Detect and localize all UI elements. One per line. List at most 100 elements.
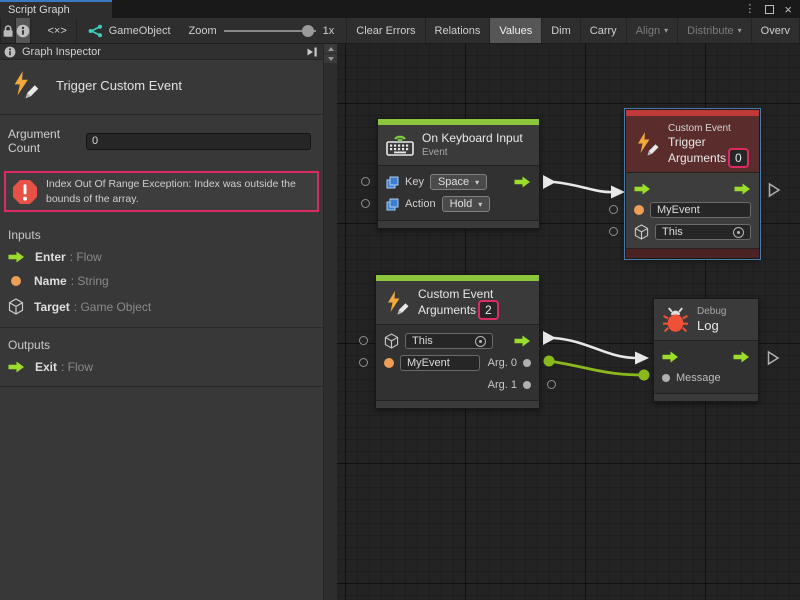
- graph-canvas[interactable]: On Keyboard Input Event Key Space ▾: [337, 44, 800, 600]
- values-label: Values: [499, 25, 532, 37]
- cube-icon: [8, 298, 24, 315]
- unconnected-flow-triangle: [767, 350, 780, 371]
- input-port-row: Enter : Flow: [0, 244, 323, 268]
- node-header[interactable]: Custom Event Trigger Arguments 0: [626, 116, 759, 172]
- carry-button[interactable]: Carry: [581, 18, 627, 43]
- align-button[interactable]: Align▾: [627, 18, 678, 43]
- tab-bar: Script Graph ⋮ ×: [0, 0, 800, 18]
- zoom-slider[interactable]: [224, 30, 316, 32]
- chevron-down-icon: ▾: [475, 178, 479, 187]
- maximize-icon[interactable]: [765, 5, 774, 14]
- overview-button[interactable]: Overv: [752, 18, 800, 43]
- argument-count-row: Argument Count 0: [0, 115, 323, 159]
- port-type: : Flow: [61, 360, 93, 374]
- node-header[interactable]: On Keyboard Input Event: [378, 125, 539, 165]
- event-name-field[interactable]: MyEvent: [650, 202, 751, 218]
- script-graph-icon: [87, 24, 103, 38]
- overview-label: Overv: [761, 25, 790, 37]
- scroll-down-button[interactable]: [324, 54, 338, 63]
- node-title: Custom Event: [418, 287, 497, 302]
- clear-errors-button[interactable]: Clear Errors: [346, 18, 425, 43]
- inspector-header-title: Graph Inspector: [22, 46, 101, 58]
- node-inspector-title: Trigger Custom Event: [0, 60, 323, 115]
- inputs-heading: Inputs: [0, 218, 323, 244]
- tab-script-graph[interactable]: Script Graph: [0, 0, 112, 18]
- input-port[interactable]: [609, 205, 618, 214]
- info-icon: [4, 46, 16, 58]
- chevron-down-icon: ▾: [664, 26, 668, 35]
- inspector-scrollbar[interactable]: [323, 44, 337, 600]
- node-title: Log: [697, 318, 726, 334]
- event-name-row: MyEvent Arg. 0: [376, 352, 539, 374]
- flow-output-port[interactable]: [514, 335, 531, 347]
- flow-output-port[interactable]: [733, 351, 750, 363]
- wire-keyboard-to-trigger[interactable]: [543, 175, 625, 199]
- wire-arg0-to-message[interactable]: [544, 356, 650, 381]
- dim-button[interactable]: Dim: [542, 18, 581, 43]
- arguments-count-field[interactable]: 0: [730, 150, 747, 166]
- window-controls: ⋮ ×: [744, 0, 800, 18]
- values-button[interactable]: Values: [490, 18, 542, 43]
- target-field[interactable]: This: [405, 333, 493, 349]
- action-dropdown[interactable]: Hold ▾: [442, 196, 491, 212]
- node-debug-log[interactable]: Debug Log Message: [653, 298, 759, 402]
- port-type: : Game Object: [74, 300, 151, 314]
- key-dropdown[interactable]: Space ▾: [430, 174, 487, 190]
- outputs-heading: Outputs: [0, 328, 323, 354]
- arg0-label: Arg. 0: [488, 357, 517, 369]
- node-header[interactable]: Custom Event Arguments 2: [376, 281, 539, 324]
- input-port[interactable]: [359, 336, 368, 345]
- flow-output-port[interactable]: [734, 183, 751, 195]
- input-port[interactable]: [359, 358, 368, 367]
- close-icon[interactable]: ×: [784, 3, 792, 16]
- scroll-up-button[interactable]: [324, 44, 338, 53]
- relations-button[interactable]: Relations: [426, 18, 491, 43]
- node-category: Debug: [697, 305, 726, 318]
- node-title: On Keyboard Input: [422, 131, 523, 146]
- arg0-output-port[interactable]: [523, 359, 531, 367]
- zoom-slider-handle[interactable]: [302, 25, 314, 37]
- custom-event-bolt-icon: [384, 290, 410, 316]
- input-port[interactable]: [609, 227, 618, 236]
- input-port[interactable]: [361, 199, 370, 208]
- flow-output-port[interactable]: [514, 176, 531, 188]
- flow-input-port[interactable]: [662, 351, 679, 363]
- message-row: Message: [654, 367, 758, 388]
- distribute-button[interactable]: Distribute▾: [678, 18, 751, 43]
- argument-count-label: Argument Count: [8, 127, 86, 155]
- unconnected-output-port[interactable]: [547, 380, 556, 389]
- message-input-port[interactable]: [662, 374, 670, 382]
- info-icon: [16, 24, 30, 38]
- carry-label: Carry: [590, 25, 617, 37]
- node-trigger-custom-event[interactable]: Custom Event Trigger Arguments 0: [625, 109, 760, 259]
- kebab-menu-icon[interactable]: ⋮: [744, 4, 755, 15]
- key-label: Key: [405, 176, 424, 188]
- port-name: Exit: [35, 360, 57, 374]
- arg1-output-port[interactable]: [523, 381, 531, 389]
- target-picker-icon[interactable]: [475, 336, 486, 347]
- node-header[interactable]: Debug Log: [654, 299, 758, 340]
- node-custom-event[interactable]: Custom Event Arguments 2 This: [375, 274, 540, 409]
- string-port-icon: [11, 276, 21, 286]
- arg1-label: Arg. 1: [488, 379, 517, 391]
- dock-panel-icon[interactable]: [306, 46, 319, 58]
- argument-count-input[interactable]: 0: [86, 133, 311, 150]
- target-row: This: [626, 221, 759, 243]
- target-picker-icon[interactable]: [733, 227, 744, 238]
- gameobject-reference[interactable]: GameObject: [77, 18, 181, 43]
- input-port-row: Name : String: [0, 268, 323, 292]
- arguments-count-field[interactable]: 2: [480, 302, 497, 318]
- lock-button[interactable]: [0, 18, 16, 43]
- edit-code-button[interactable]: <×>: [38, 18, 76, 43]
- key-value: Space: [438, 176, 469, 188]
- port-type: : String: [71, 274, 109, 288]
- event-name-field[interactable]: MyEvent: [400, 355, 480, 371]
- node-on-keyboard-input[interactable]: On Keyboard Input Event Key Space ▾: [377, 118, 540, 229]
- flow-input-port[interactable]: [634, 183, 651, 195]
- target-field[interactable]: This: [655, 224, 751, 240]
- arguments-label: Arguments: [418, 303, 476, 318]
- wire-customevent-to-log[interactable]: [543, 331, 649, 365]
- input-port[interactable]: [361, 177, 370, 186]
- triangle-down-icon: [328, 57, 334, 61]
- inspector-toggle-button[interactable]: [16, 18, 31, 43]
